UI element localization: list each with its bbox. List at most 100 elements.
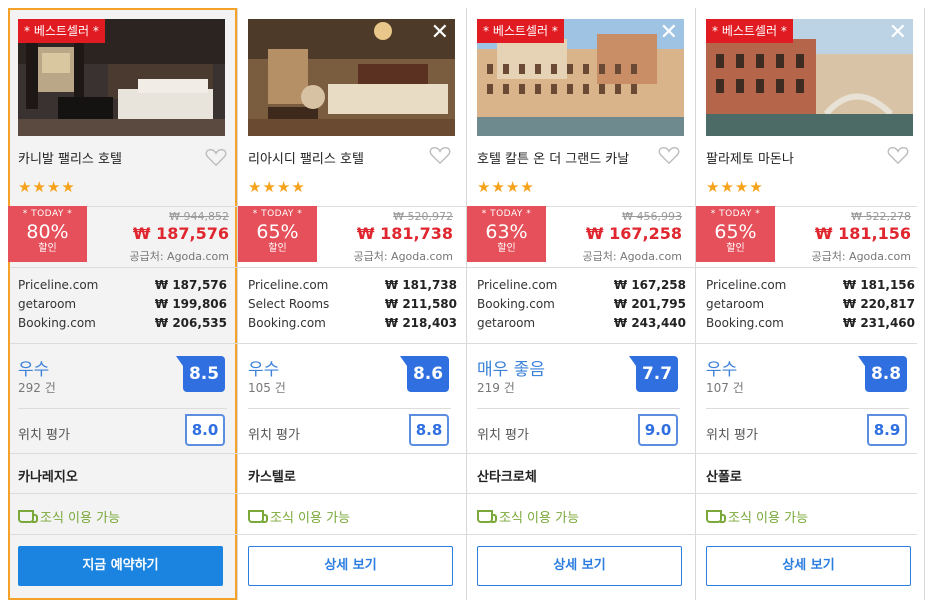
hotel-name[interactable]: 카니발 팰리스 호텔: [18, 148, 122, 167]
hotel-card-1[interactable]: * 베스트셀러 * 카니발 팰리스 호텔 ★★★★ * TODAY * 80% …: [8, 8, 237, 600]
divider: [459, 267, 688, 268]
provider-price: ₩ 181,738: [384, 278, 457, 292]
divider: [10, 534, 235, 535]
review-count[interactable]: 105 건: [248, 379, 286, 396]
rating-text: 우수: [706, 360, 738, 380]
provider-price: ₩ 181,156: [842, 278, 915, 292]
deal-price[interactable]: ₩ 187,576: [133, 224, 229, 243]
provider-name: getaroom: [18, 297, 77, 311]
review-count[interactable]: 107 건: [706, 379, 744, 396]
provider-row[interactable]: Booking.com ₩ 201,795: [477, 297, 686, 311]
provider-row[interactable]: Booking.com ₩ 218,403: [248, 316, 457, 330]
provider-row[interactable]: Booking.com ₩ 231,460: [706, 316, 915, 330]
heart-icon[interactable]: [658, 145, 680, 165]
provider-row[interactable]: getaroom ₩ 199,806: [18, 297, 227, 311]
close-icon[interactable]: ✕: [431, 21, 449, 45]
heart-icon[interactable]: [205, 147, 227, 167]
original-price: ₩ 520,972: [393, 210, 453, 223]
discount-percent: 65%: [256, 221, 299, 243]
today-label: * TODAY *: [481, 209, 532, 219]
hotel-name[interactable]: 팔라제토 마돈나: [706, 148, 794, 167]
area-name: 카스텔로: [248, 470, 296, 485]
location-score: 8.8: [409, 414, 449, 446]
hotel-photo[interactable]: * 베스트셀러 * ✕: [706, 19, 913, 136]
divider: [230, 534, 459, 535]
today-deal-box: * TODAY * 63% 할인: [467, 206, 546, 262]
divider: [10, 267, 235, 268]
provider-row[interactable]: Priceline.com ₩ 181,738: [248, 278, 457, 292]
provider-row[interactable]: Booking.com ₩ 206,535: [18, 316, 227, 330]
coffee-cup-icon: [706, 510, 726, 523]
star-rating: ★★★★: [248, 178, 306, 196]
provider-row[interactable]: Priceline.com ₩ 181,156: [706, 278, 915, 292]
review-count[interactable]: 219 건: [477, 379, 515, 396]
location-label: 위치 평가: [248, 428, 300, 443]
hotel-photo[interactable]: ✕: [248, 19, 455, 136]
divider: [459, 493, 688, 494]
discount-word: 할인: [726, 243, 745, 254]
bestseller-badge: * 베스트셀러 *: [477, 19, 564, 43]
provider-price: ₩ 199,806: [154, 297, 227, 311]
divider: [18, 408, 227, 409]
provider-row[interactable]: getaroom ₩ 220,817: [706, 297, 915, 311]
provider-price: ₩ 167,258: [613, 278, 686, 292]
provider-price: ₩ 201,795: [613, 297, 686, 311]
star-rating: ★★★★: [477, 178, 535, 196]
bottom-strip: [0, 600, 941, 608]
provider-name: Booking.com: [706, 316, 784, 330]
review-score: 8.8: [858, 356, 907, 392]
close-icon[interactable]: ✕: [660, 21, 678, 45]
divider: [10, 453, 235, 454]
view-details-button[interactable]: 상세 보기: [248, 546, 453, 586]
provider-name: Booking.com: [248, 316, 326, 330]
deal-price[interactable]: ₩ 181,156: [815, 224, 911, 243]
divider: [248, 408, 451, 409]
provider-name: Priceline.com: [248, 278, 329, 292]
supplier-label: 공급처: Agoda.com: [129, 250, 229, 263]
book-now-button[interactable]: 지금 예약하기: [18, 546, 223, 586]
location-label: 위치 평가: [18, 428, 70, 443]
breakfast-label: 조식 이용 가능: [499, 511, 580, 526]
view-details-button[interactable]: 상세 보기: [477, 546, 682, 586]
star-rating: ★★★★: [18, 178, 76, 196]
hotel-comparison-grid: * 베스트셀러 * 카니발 팰리스 호텔 ★★★★ * TODAY * 80% …: [0, 0, 941, 608]
breakfast-info: 조식 이용 가능: [18, 507, 120, 526]
view-details-button[interactable]: 상세 보기: [706, 546, 911, 586]
breakfast-info: 조식 이용 가능: [477, 507, 579, 526]
location-label: 위치 평가: [706, 428, 758, 443]
deal-price[interactable]: ₩ 167,258: [586, 224, 682, 243]
area-name: 산폴로: [706, 470, 742, 485]
hotel-card-2[interactable]: ✕ 리아시디 팰리스 호텔 ★★★★ * TODAY * 65% 할인 ₩ 52…: [230, 8, 459, 600]
discount-word: 할인: [38, 243, 57, 254]
provider-row[interactable]: getaroom ₩ 243,440: [477, 316, 686, 330]
coffee-cup-icon: [18, 510, 38, 523]
heart-icon[interactable]: [429, 145, 451, 165]
hotel-photo[interactable]: * 베스트셀러 *: [18, 19, 225, 136]
heart-icon[interactable]: [887, 145, 909, 165]
hotel-name[interactable]: 리아시디 팰리스 호텔: [248, 148, 364, 167]
rating-text: 매우 좋음: [477, 360, 545, 380]
deal-price[interactable]: ₩ 181,738: [357, 224, 453, 243]
review-score: 7.7: [629, 356, 678, 392]
location-score: 8.0: [185, 414, 225, 446]
review-count[interactable]: 292 건: [18, 379, 56, 396]
hotel-name[interactable]: 호텔 칼튼 온 더 그랜드 카날: [477, 148, 629, 167]
divider: [459, 343, 688, 344]
provider-row[interactable]: Select Rooms ₩ 211,580: [248, 297, 457, 311]
divider: [459, 453, 688, 454]
divider: [477, 408, 680, 409]
divider: [688, 343, 917, 344]
close-icon[interactable]: ✕: [889, 21, 907, 45]
divider: [230, 493, 459, 494]
star-rating: ★★★★: [706, 178, 764, 196]
provider-row[interactable]: Priceline.com ₩ 167,258: [477, 278, 686, 292]
hotel-photo[interactable]: * 베스트셀러 * ✕: [477, 19, 684, 136]
provider-row[interactable]: Priceline.com ₩ 187,576: [18, 278, 227, 292]
provider-price: ₩ 206,535: [154, 316, 227, 330]
hotel-card-4[interactable]: * 베스트셀러 * ✕ 팔라제토 마돈나 ★★★★ * TODAY * 65% …: [688, 8, 917, 600]
breakfast-info: 조식 이용 가능: [706, 507, 808, 526]
hotel-card-3[interactable]: * 베스트셀러 * ✕ 호텔 칼튼 온 더 그랜드 카날 ★★★★ * TODA…: [459, 8, 688, 600]
provider-price: ₩ 231,460: [842, 316, 915, 330]
provider-name: Priceline.com: [706, 278, 787, 292]
divider: [688, 267, 917, 268]
